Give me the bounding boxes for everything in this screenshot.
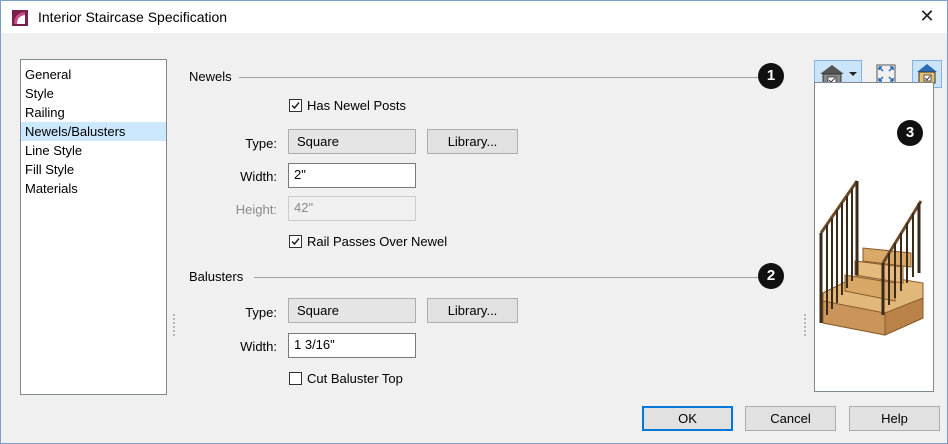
help-button[interactable]: Help: [849, 406, 940, 431]
baluster-library-button[interactable]: Library...: [427, 298, 518, 323]
nav-item-newels-balusters[interactable]: Newels/Balusters: [21, 122, 166, 141]
cancel-button[interactable]: Cancel: [745, 406, 836, 431]
staircase-preview-image: [819, 180, 924, 336]
balusters-divider: [254, 277, 759, 278]
has-newel-posts-label: Has Newel Posts: [307, 98, 406, 113]
newel-type-label: Type:: [245, 136, 277, 151]
nav-item-railing[interactable]: Railing: [21, 103, 166, 122]
preview-panel: 3: [814, 82, 934, 392]
checkbox-box[interactable]: [289, 235, 302, 248]
newel-type-value: Square: [297, 134, 339, 149]
newel-library-button[interactable]: Library...: [427, 129, 518, 154]
newel-width-label: Width:: [240, 169, 277, 184]
nav-item-materials[interactable]: Materials: [21, 179, 166, 198]
nav-item-general[interactable]: General: [21, 65, 166, 84]
newels-divider: [239, 77, 759, 78]
baluster-type-label: Type:: [245, 305, 277, 320]
checkbox-box[interactable]: [289, 99, 302, 112]
left-splitter[interactable]: [173, 314, 175, 338]
balusters-section-label: Balusters: [189, 269, 244, 284]
dialog: Interior Staircase Specification ✕ Gener…: [0, 0, 948, 444]
callout-badge-1: 1: [758, 63, 784, 89]
rail-passes-over-newel-label: Rail Passes Over Newel: [307, 234, 448, 249]
newels-section-label: Newels: [189, 69, 232, 84]
nav-item-fill-style[interactable]: Fill Style: [21, 160, 166, 179]
newel-type-select[interactable]: Square: [288, 129, 416, 154]
newel-height-input[interactable]: 42": [288, 196, 416, 221]
cut-baluster-top-label: Cut Baluster Top: [307, 371, 403, 386]
rail-passes-over-newel-checkbox[interactable]: Rail Passes Over Newel: [289, 234, 447, 249]
baluster-type-value: Square: [297, 303, 339, 318]
right-splitter[interactable]: [804, 314, 806, 338]
has-newel-posts-checkbox[interactable]: Has Newel Posts: [289, 98, 406, 113]
checkbox-box[interactable]: [289, 372, 302, 385]
newel-height-label: Height:: [235, 202, 277, 217]
close-icon[interactable]: ✕: [917, 6, 937, 26]
nav-item-style[interactable]: Style: [21, 84, 166, 103]
baluster-width-label: Width:: [240, 339, 277, 354]
app-icon: [12, 10, 28, 26]
baluster-width-input[interactable]: 1 3/16": [288, 333, 416, 358]
callout-badge-2: 2: [758, 263, 784, 289]
title-bar: Interior Staircase Specification ✕: [1, 1, 947, 33]
baluster-type-select[interactable]: Square: [288, 298, 416, 323]
window-title: Interior Staircase Specification: [38, 9, 228, 25]
ok-button[interactable]: OK: [642, 406, 733, 431]
newel-width-input[interactable]: 2": [288, 163, 416, 188]
cut-baluster-top-checkbox[interactable]: Cut Baluster Top: [289, 371, 403, 386]
nav-item-line-style[interactable]: Line Style: [21, 141, 166, 160]
category-list: General Style Railing Newels/Balusters L…: [20, 59, 167, 395]
